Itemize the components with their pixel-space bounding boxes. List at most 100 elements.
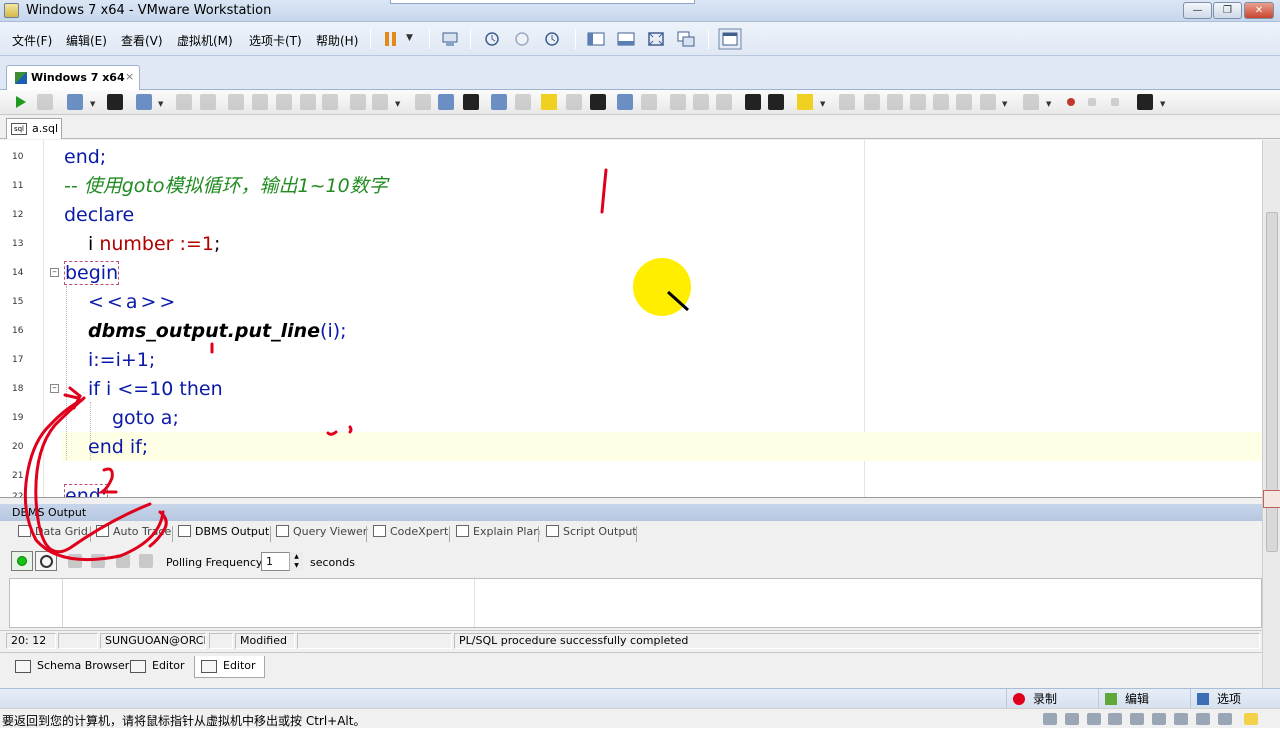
menu-file[interactable]: 文件(F)	[12, 32, 52, 49]
copy-icon[interactable]	[438, 94, 454, 110]
printer-icon[interactable]	[1152, 713, 1166, 725]
load-file-icon[interactable]	[491, 94, 507, 110]
replace-icon[interactable]	[590, 94, 606, 110]
tab-dbms-output[interactable]: DBMS Output	[178, 525, 269, 545]
execute-icon[interactable]	[13, 94, 29, 110]
cut-icon[interactable]	[415, 94, 431, 110]
tab-auto-trace[interactable]: Auto Trace	[96, 525, 171, 545]
revert-snapshot-icon[interactable]	[512, 30, 532, 48]
capitalize-icon[interactable]	[716, 94, 732, 110]
dropdown-icon[interactable]: ▼	[1046, 100, 1051, 108]
breakpoint-icon[interactable]	[350, 94, 366, 110]
dropdown-icon[interactable]: ▼	[1002, 100, 1007, 108]
pause-dropdown-icon[interactable]: ▼	[406, 33, 413, 43]
fold-toggle-icon[interactable]: –	[50, 384, 59, 393]
usb-icon[interactable]	[1108, 713, 1122, 725]
display-icon[interactable]	[1174, 713, 1188, 725]
sound-icon[interactable]	[1130, 713, 1144, 725]
save-icon[interactable]	[116, 554, 130, 568]
tab-schema-browser[interactable]: Schema Browser	[9, 656, 137, 678]
dbms-output-area[interactable]	[9, 578, 1262, 628]
format-4-icon[interactable]	[910, 94, 926, 110]
parentheses-icon[interactable]	[200, 94, 216, 110]
minimize-button[interactable]: —	[1183, 2, 1212, 19]
undo-icon[interactable]	[617, 94, 633, 110]
step-out-icon[interactable]	[300, 94, 316, 110]
network-icon[interactable]	[1087, 713, 1101, 725]
close-button[interactable]: ✕	[1244, 2, 1274, 19]
outdent-icon[interactable]	[768, 94, 784, 110]
print-icon[interactable]	[139, 554, 153, 568]
tab-close-icon[interactable]: ×	[125, 70, 134, 83]
car-icon[interactable]	[107, 94, 123, 110]
page-icon[interactable]	[91, 554, 105, 568]
message-icon[interactable]	[1218, 713, 1232, 725]
tab-query-viewer[interactable]: Query Viewer	[276, 525, 367, 545]
pause-macro-icon[interactable]	[1111, 98, 1119, 106]
format-2-icon[interactable]	[864, 94, 880, 110]
play-icon[interactable]	[1023, 94, 1039, 110]
find-icon[interactable]	[541, 94, 557, 110]
tab-codexpert[interactable]: CodeXpert	[373, 525, 448, 545]
tab-explain-plan[interactable]: Explain Plan	[456, 525, 540, 545]
redo-icon[interactable]	[641, 94, 657, 110]
hard-disk-icon[interactable]	[1043, 713, 1057, 725]
send-ctrl-alt-del-icon[interactable]	[440, 30, 460, 48]
menu-edit[interactable]: 编辑(E)	[66, 32, 107, 49]
find-next-icon[interactable]	[566, 94, 582, 110]
format-5-icon[interactable]	[933, 94, 949, 110]
editor-vertical-scrollbar[interactable]	[1262, 140, 1280, 708]
sql-editor[interactable]: 10 11 12 13 14 15 16 17 18 19 20 21 22 –…	[0, 140, 1262, 498]
debug-icon[interactable]	[228, 94, 244, 110]
clear-icon[interactable]	[68, 554, 82, 568]
notes-icon[interactable]	[1244, 713, 1258, 725]
format-7-icon[interactable]	[980, 94, 996, 110]
unity-icon[interactable]	[676, 30, 696, 48]
format-icon[interactable]	[839, 94, 855, 110]
polling-toggle-button[interactable]	[35, 551, 57, 571]
dropdown-icon[interactable]: ▼	[90, 100, 95, 108]
format-3-icon[interactable]	[887, 94, 903, 110]
run-to-cursor-icon[interactable]	[322, 94, 338, 110]
options-button[interactable]: 选项	[1190, 689, 1280, 709]
lightning-icon[interactable]	[176, 94, 192, 110]
tab-editor[interactable]: Editor	[124, 656, 193, 678]
edit-button[interactable]: 编辑	[1098, 689, 1190, 709]
stop-macro-icon[interactable]	[1088, 98, 1096, 106]
record-macro-icon[interactable]	[1067, 98, 1075, 106]
show-thumbnail-icon[interactable]	[616, 30, 636, 48]
pause-icon[interactable]	[385, 32, 389, 46]
new-file-icon[interactable]	[515, 94, 531, 110]
output-on-button[interactable]	[11, 551, 33, 571]
dropdown-icon[interactable]: ▼	[158, 100, 163, 108]
step-into-icon[interactable]	[252, 94, 268, 110]
menu-view[interactable]: 查看(V)	[121, 32, 163, 49]
file-tab-a-sql[interactable]: sql a.sql	[6, 118, 62, 139]
menu-vm[interactable]: 虚拟机(M)	[177, 32, 233, 49]
format-6-icon[interactable]	[956, 94, 972, 110]
settings-icon[interactable]	[1137, 94, 1153, 110]
stop-icon[interactable]	[37, 94, 53, 110]
floppy-icon[interactable]	[1196, 713, 1210, 725]
tab-editor-active[interactable]: Editor	[194, 656, 265, 678]
menu-help[interactable]: 帮助(H)	[316, 32, 358, 49]
step-icon[interactable]	[136, 94, 152, 110]
uppercase-icon[interactable]	[670, 94, 686, 110]
tab-windows-7-x64[interactable]: Windows 7 x64 ×	[6, 65, 140, 90]
dropdown-icon[interactable]: ▼	[395, 100, 400, 108]
watch-icon[interactable]	[372, 94, 388, 110]
step-over-icon[interactable]	[276, 94, 292, 110]
tab-script-output[interactable]: Script Output	[546, 525, 637, 545]
tab-data-grid[interactable]: Data Grid	[18, 525, 88, 545]
dropdown-icon[interactable]: ▼	[1160, 100, 1165, 108]
console-view-icon[interactable]	[718, 28, 742, 50]
indent-icon[interactable]	[745, 94, 761, 110]
cd-drive-icon[interactable]	[1065, 713, 1079, 725]
restore-button[interactable]: ❐	[1213, 2, 1242, 19]
lowercase-icon[interactable]	[693, 94, 709, 110]
fold-toggle-icon[interactable]: –	[50, 268, 59, 277]
fullscreen-icon[interactable]	[646, 30, 666, 48]
menu-tabs[interactable]: 选项卡(T)	[249, 32, 302, 49]
dropdown-icon[interactable]: ▼	[820, 100, 825, 108]
record-button[interactable]: 录制	[1006, 689, 1098, 709]
